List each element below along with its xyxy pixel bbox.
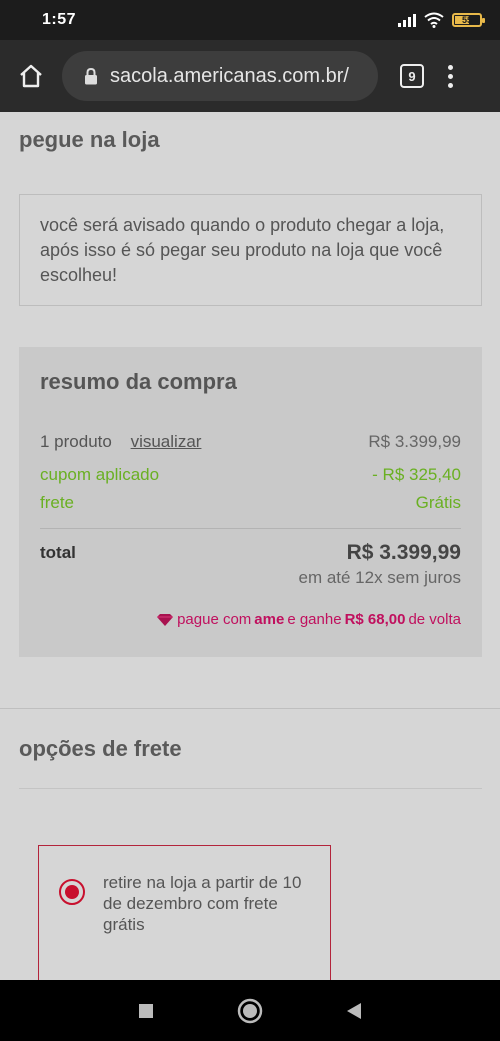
section-divider xyxy=(0,708,500,709)
view-products-link[interactable]: visualizar xyxy=(131,432,202,451)
status-icons: 55 xyxy=(398,12,485,28)
back-button[interactable] xyxy=(302,1002,406,1020)
lock-icon xyxy=(84,67,98,85)
circle-icon xyxy=(237,998,263,1023)
products-value: R$ 3.399,99 xyxy=(368,432,461,451)
products-row: 1 produto visualizar R$ 3.399,99 xyxy=(40,432,461,452)
browser-toolbar: sacola.americanas.com.br/ 9 xyxy=(0,40,500,112)
coupon-row: cupom aplicado - R$ 325,40 xyxy=(40,465,461,485)
wifi-icon xyxy=(424,12,444,28)
more-menu-icon[interactable] xyxy=(448,64,453,88)
summary-divider xyxy=(40,528,461,529)
installments-text: em até 12x sem juros xyxy=(298,568,461,587)
radio-selected-icon[interactable] xyxy=(59,879,85,905)
system-nav-bar xyxy=(0,980,500,1041)
status-time: 1:57 xyxy=(42,11,77,28)
battery-icon: 55 xyxy=(452,13,485,27)
ame-middle: e ganhe xyxy=(287,611,342,628)
ame-prefix: pague com xyxy=(177,611,252,628)
shipping-label: frete xyxy=(40,493,75,512)
url-text: sacola.americanas.com.br/ xyxy=(110,64,349,87)
status-bar: 1:57 55 xyxy=(0,0,500,40)
shipping-option-label: retire na loja a partir de 10 de dezembr… xyxy=(103,873,302,934)
recents-button[interactable] xyxy=(94,1003,198,1019)
page-content: pegue na loja você será avisado quando o… xyxy=(0,112,500,980)
ame-diamond-icon xyxy=(157,613,174,626)
total-label: total xyxy=(40,543,76,562)
summary-title: resumo da compra xyxy=(40,369,237,394)
address-bar[interactable]: sacola.americanas.com.br/ xyxy=(62,51,378,101)
coupon-value: - R$ 325,40 xyxy=(372,465,461,484)
home-nav-button[interactable] xyxy=(198,998,302,1024)
battery-level: 55 xyxy=(461,15,472,25)
ame-cashback: pague com ame e ganhe R$ 68,00 de volta xyxy=(156,611,461,628)
square-icon xyxy=(139,1003,153,1018)
pickup-title: pegue na loja xyxy=(19,127,160,152)
ame-brand: ame xyxy=(254,611,285,628)
pickup-notice: você será avisado quando o produto chega… xyxy=(19,194,482,306)
home-icon xyxy=(20,64,42,88)
ame-suffix: de volta xyxy=(408,611,461,628)
total-value: R$ 3.399,99 xyxy=(346,541,461,564)
shipping-options-title: opções de frete xyxy=(19,736,182,761)
back-triangle-icon xyxy=(347,1002,361,1019)
shipping-title-divider xyxy=(19,788,482,789)
home-button[interactable] xyxy=(0,40,62,112)
order-summary: resumo da compra 1 produto visualizar R$… xyxy=(19,347,482,657)
shipping-value: Grátis xyxy=(415,493,461,512)
shipping-option-pickup[interactable]: retire na loja a partir de 10 de dezembr… xyxy=(38,845,331,980)
coupon-label: cupom aplicado xyxy=(40,465,160,484)
shipping-row: frete Grátis xyxy=(40,493,461,513)
products-label: 1 produto xyxy=(40,432,112,451)
ame-amount: R$ 68,00 xyxy=(344,611,406,628)
tab-switcher-button[interactable]: 9 xyxy=(400,64,424,88)
signal-icon xyxy=(398,13,416,27)
